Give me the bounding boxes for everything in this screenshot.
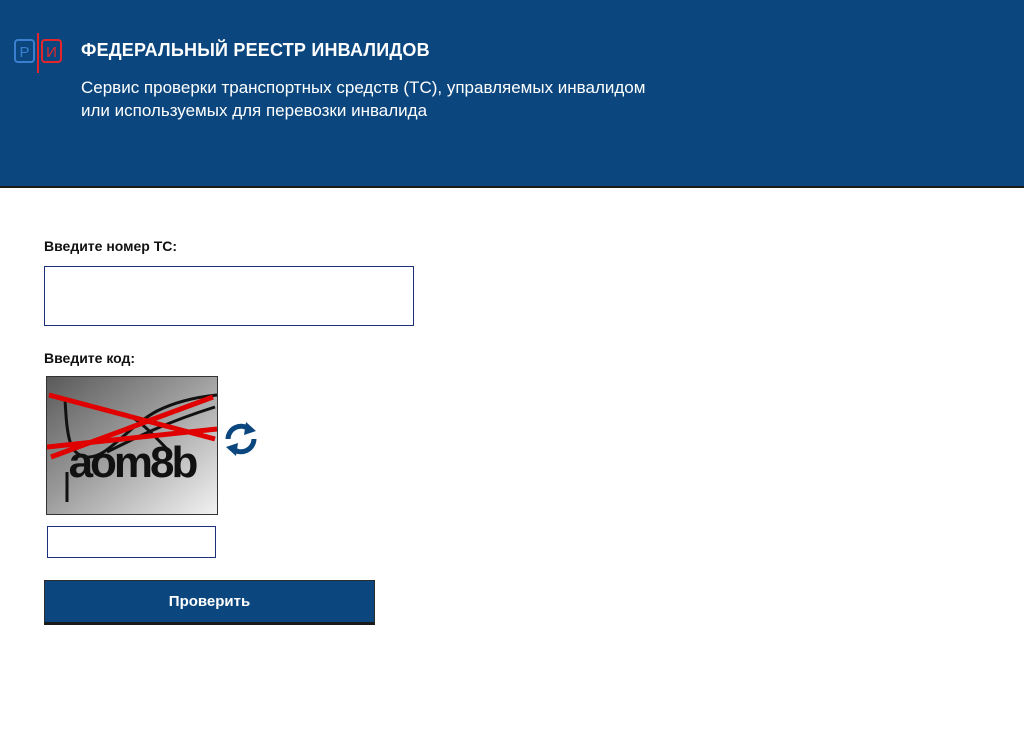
- check-button[interactable]: Проверить: [44, 580, 375, 625]
- ri-logo-icon: Р И: [14, 33, 62, 73]
- header-banner: Р И ФЕДЕРАЛЬНЫЙ РЕЕСТР ИНВАЛИДОВ Сервис …: [0, 0, 1024, 188]
- subtitle-line-1: Сервис проверки транспортных средств (ТС…: [81, 78, 646, 97]
- page-subtitle: Сервис проверки транспортных средств (ТС…: [81, 76, 781, 122]
- plate-number-input[interactable]: [44, 266, 414, 326]
- subtitle-line-2: или используемых для перевозки инвалида: [81, 101, 428, 120]
- page-title: ФЕДЕРАЛЬНЫЙ РЕЕСТР ИНВАЛИДОВ: [81, 40, 430, 60]
- captcha-image: aom8b: [46, 376, 218, 515]
- logo-letter-r: Р: [19, 44, 29, 61]
- refresh-icon[interactable]: [222, 421, 260, 457]
- plate-number-label: Введите номер ТС:: [44, 238, 178, 254]
- captcha-label: Введите код:: [44, 350, 136, 366]
- captcha-input[interactable]: [47, 526, 216, 558]
- logo-letter-i: И: [46, 44, 57, 61]
